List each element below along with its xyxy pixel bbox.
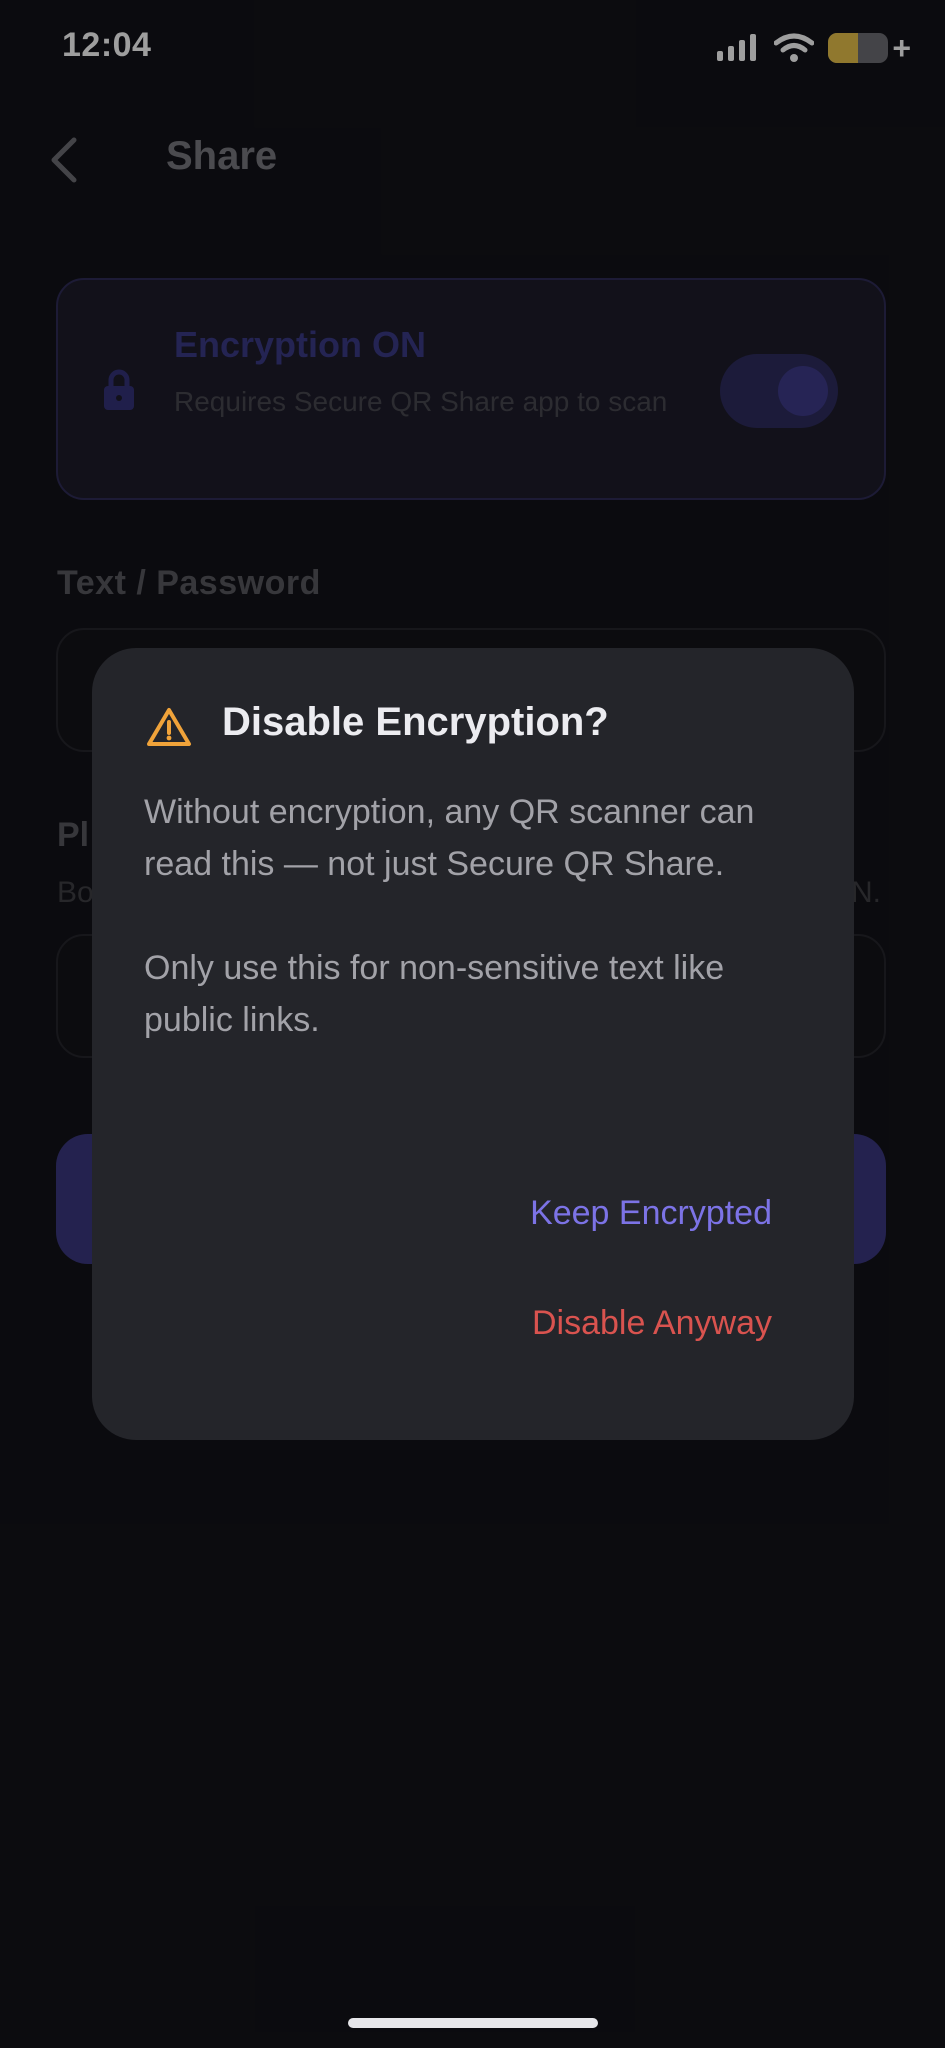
dialog-body: Without encryption, any QR scanner can r… — [144, 786, 794, 1046]
warning-icon — [147, 708, 191, 746]
disable-encryption-dialog: Disable Encryption? Without encryption, … — [92, 648, 854, 1440]
dialog-title: Disable Encryption? — [222, 700, 609, 744]
home-indicator[interactable] — [348, 2018, 598, 2028]
disable-anyway-button[interactable]: Disable Anyway — [532, 1304, 772, 1343]
dialog-body-paragraph-1: Without encryption, any QR scanner can r… — [144, 793, 755, 883]
dialog-body-paragraph-2: Only use this for non-sensitive text lik… — [144, 949, 725, 1039]
keep-encrypted-button[interactable]: Keep Encrypted — [530, 1194, 772, 1233]
